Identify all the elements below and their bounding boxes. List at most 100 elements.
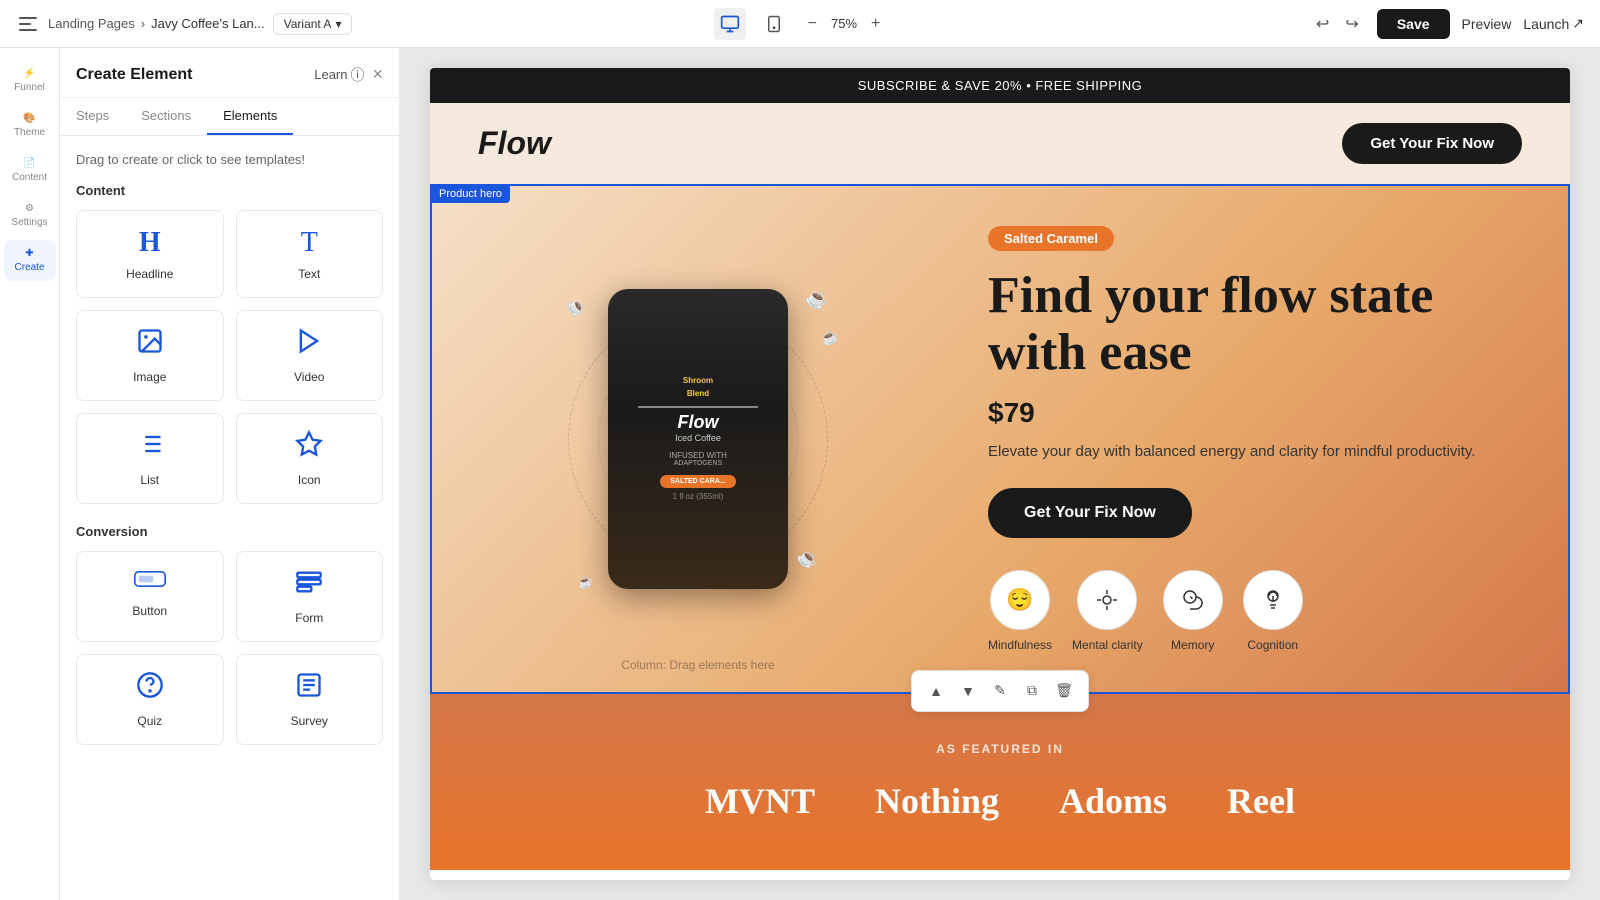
variant-selector[interactable]: Variant A ▾ — [273, 13, 353, 35]
form-icon — [295, 568, 323, 603]
element-video[interactable]: Video — [236, 310, 384, 401]
list-label: List — [140, 473, 159, 487]
panel-body: Drag to create or click to see templates… — [60, 136, 399, 900]
undo-btn[interactable]: ↩ — [1310, 10, 1335, 38]
product-hero: Shroom Blend Flow Iced Coffee INFUSED WI… — [432, 186, 1568, 692]
cognition-icon — [1243, 570, 1303, 630]
content-elements-grid: H Headline T Text Image — [76, 210, 383, 504]
sidebar-item-content[interactable]: 📄 Content — [4, 150, 56, 191]
mindfulness-label: Mindfulness — [988, 638, 1052, 652]
launch-button[interactable]: Launch ↗ — [1523, 15, 1584, 32]
cognition-label: Cognition — [1247, 638, 1298, 652]
brand-name: Flow — [478, 125, 551, 162]
product-hero-section: Product hero Shroom Blend — [430, 184, 1570, 694]
image-icon — [136, 327, 164, 362]
mobile-icon — [765, 15, 783, 33]
mobile-device-btn[interactable] — [758, 8, 790, 40]
save-button[interactable]: Save — [1377, 9, 1450, 39]
icon-icon — [295, 430, 323, 465]
theme-icon: 🎨 — [23, 113, 35, 124]
mental-clarity-icon — [1077, 570, 1137, 630]
element-button[interactable]: Button — [76, 551, 224, 642]
zoom-in-btn[interactable]: + — [865, 13, 886, 35]
conversion-section-label: Conversion — [76, 524, 383, 539]
info-icon: ⓘ — [350, 65, 364, 85]
product-image: Shroom Blend Flow Iced Coffee INFUSED WI… — [548, 269, 848, 609]
floating-toolbar: ▲ ▼ ✎ ⧉ 🗑 — [911, 670, 1089, 712]
canvas-area: SUBSCRIBE & SAVE 20% • FREE SHIPPING Flo… — [400, 48, 1600, 900]
top-bar: Landing Pages › Javy Coffee's Lan... Var… — [0, 0, 1600, 48]
panel-header: Create Element Learn ⓘ × — [60, 48, 399, 98]
top-bar-center: − 75% + — [714, 8, 887, 40]
list-icon — [136, 430, 164, 465]
content-icon: 📄 — [23, 158, 35, 169]
breadcrumb: Landing Pages › Javy Coffee's Lan... — [48, 16, 265, 31]
chevron-down-icon: ▾ — [335, 17, 341, 31]
left-sidebar: ⚡ Funnel 🎨 Theme 📄 Content ⚙ Settings ✚ … — [0, 48, 60, 900]
edit-btn[interactable]: ✎ — [986, 677, 1014, 705]
mental-clarity-label: Mental clarity — [1072, 638, 1143, 652]
sidebar-item-funnel[interactable]: ⚡ Funnel — [4, 60, 56, 101]
memory-icon — [1163, 570, 1223, 630]
panel-header-right: Learn ⓘ × — [314, 64, 383, 85]
element-form[interactable]: Form — [236, 551, 384, 642]
can-visual: Shroom Blend Flow Iced Coffee INFUSED WI… — [608, 289, 788, 589]
breadcrumb-root[interactable]: Landing Pages — [48, 16, 135, 31]
delete-btn[interactable]: 🗑 — [1050, 677, 1078, 705]
element-image[interactable]: Image — [76, 310, 224, 401]
benefits-row: 😌 Mindfulness Mental clarity — [988, 570, 1520, 652]
page-header: Flow Get Your Fix Now — [430, 103, 1570, 184]
breadcrumb-current: Javy Coffee's Lan... — [151, 16, 265, 31]
header-cta-btn[interactable]: Get Your Fix Now — [1342, 123, 1522, 164]
featured-brands: MVNT Nothing Adoms Reel — [478, 780, 1522, 822]
preview-button[interactable]: Preview — [1462, 16, 1512, 32]
arrow-icon: ↗ — [1572, 15, 1584, 32]
conversion-elements-grid: Button Form Quiz — [76, 551, 383, 745]
settings-icon: ⚙ — [25, 203, 34, 214]
benefit-mental-clarity: Mental clarity — [1072, 570, 1143, 652]
logo-icon — [16, 12, 40, 36]
featured-brand-nothing: Nothing — [875, 780, 999, 822]
learn-link[interactable]: Learn ⓘ — [314, 65, 364, 85]
sidebar-item-theme[interactable]: 🎨 Theme — [4, 105, 56, 146]
element-list[interactable]: List — [76, 413, 224, 504]
zoom-controls: − 75% + — [802, 13, 887, 35]
close-panel-btn[interactable]: × — [372, 64, 383, 85]
featured-section: AS FEATURED IN MVNT Nothing Adoms Reel — [430, 694, 1570, 870]
panel-title: Create Element — [76, 66, 193, 84]
hero-price: $79 — [988, 397, 1520, 429]
move-down-btn[interactable]: ▼ — [954, 677, 982, 705]
survey-icon — [295, 671, 323, 706]
element-survey[interactable]: Survey — [236, 654, 384, 745]
hero-cta-button[interactable]: Get Your Fix Now — [988, 488, 1192, 538]
sidebar-item-settings[interactable]: ⚙ Settings — [4, 195, 56, 236]
icon-label: Icon — [298, 473, 321, 487]
sidebar-label-settings: Settings — [11, 217, 47, 228]
benefit-cognition: Cognition — [1243, 570, 1303, 652]
headline-label: Headline — [126, 267, 173, 281]
desktop-device-btn[interactable] — [714, 8, 746, 40]
element-quiz[interactable]: Quiz — [76, 654, 224, 745]
mindfulness-icon: 😌 — [990, 570, 1050, 630]
element-icon[interactable]: Icon — [236, 413, 384, 504]
column-drag-hint: Column: Drag elements here — [621, 658, 774, 672]
sidebar-label-content: Content — [12, 172, 47, 183]
sidebar-item-create[interactable]: ✚ Create — [4, 240, 56, 281]
tab-elements[interactable]: Elements — [207, 98, 293, 135]
tab-sections[interactable]: Sections — [125, 98, 207, 135]
content-section-label: Content — [76, 183, 383, 198]
desktop-icon — [720, 14, 740, 34]
sidebar-label-funnel: Funnel — [14, 82, 45, 93]
tab-steps[interactable]: Steps — [60, 98, 125, 135]
canvas-wrapper: SUBSCRIBE & SAVE 20% • FREE SHIPPING Flo… — [430, 68, 1570, 880]
element-headline[interactable]: H Headline — [76, 210, 224, 298]
video-label: Video — [294, 370, 324, 384]
duplicate-btn[interactable]: ⧉ — [1018, 677, 1046, 705]
move-up-btn[interactable]: ▲ — [922, 677, 950, 705]
element-text[interactable]: T Text — [236, 210, 384, 298]
redo-btn[interactable]: ↪ — [1339, 10, 1364, 38]
undo-redo-group: ↩ ↪ — [1310, 10, 1365, 38]
drag-hint: Drag to create or click to see templates… — [76, 152, 383, 167]
zoom-out-btn[interactable]: − — [802, 13, 823, 35]
zoom-level: 75% — [831, 16, 857, 31]
